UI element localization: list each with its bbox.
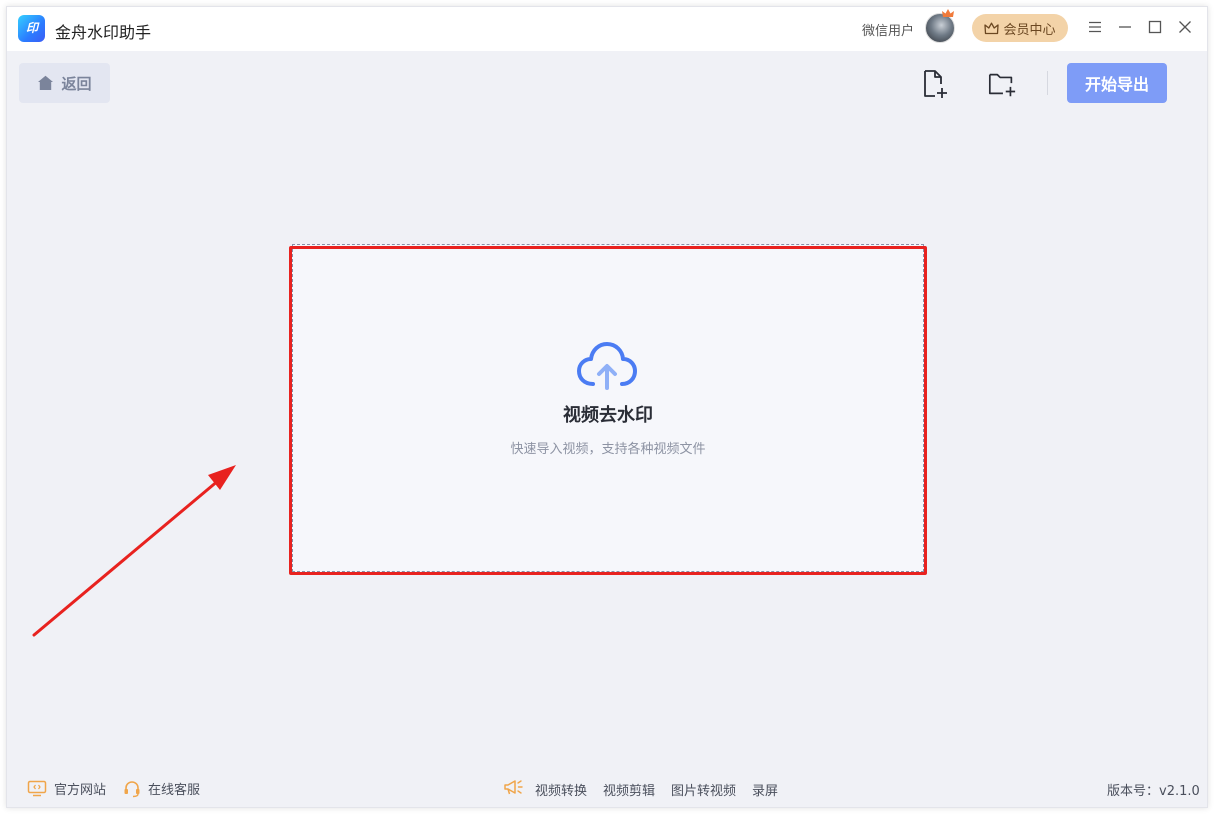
online-service-link[interactable]: 在线客服 — [123, 779, 200, 798]
toolbar-divider — [1047, 71, 1048, 95]
tool-link-video-edit[interactable]: 视频剪辑 — [603, 780, 655, 799]
tool-link-video-convert[interactable]: 视频转换 — [535, 780, 587, 799]
official-site-label: 官方网站 — [54, 783, 107, 798]
minimize-icon[interactable] — [1115, 17, 1135, 37]
official-site-link[interactable]: 官方网站 — [27, 779, 106, 798]
vip-center-button[interactable]: 会员中心 — [972, 14, 1068, 42]
app-logo-icon: 印 — [18, 15, 45, 42]
tool-link-screen-record[interactable]: 录屏 — [752, 780, 778, 799]
user-name[interactable]: 微信用户 — [862, 20, 914, 39]
title-bar: 印 金舟水印助手 微信用户 会员中心 — [7, 7, 1207, 51]
menu-icon[interactable] — [1085, 17, 1105, 37]
start-export-button[interactable]: 开始导出 — [1067, 63, 1167, 103]
monitor-icon — [27, 780, 47, 797]
online-service-label: 在线客服 — [148, 783, 201, 798]
file-add-icon[interactable] — [920, 69, 950, 99]
tool-link-image-to-video[interactable]: 图片转视频 — [671, 780, 736, 799]
app-window: 印 金舟水印助手 微信用户 会员中心 返回 开始导出 视频去水印 快速导入视频，… — [6, 6, 1208, 808]
megaphone-icon — [504, 780, 523, 795]
headset-icon — [124, 780, 140, 797]
drop-zone-subtitle: 快速导入视频，支持各种视频文件 — [510, 442, 706, 457]
vip-center-label: 会员中心 — [1003, 22, 1056, 38]
close-icon[interactable] — [1175, 17, 1195, 37]
home-icon — [38, 75, 54, 90]
crown-outline-icon — [984, 22, 1000, 34]
app-title: 金舟水印助手 — [55, 23, 152, 42]
crown-icon — [942, 9, 954, 17]
maximize-icon[interactable] — [1145, 17, 1165, 37]
drop-zone-title: 视频去水印 — [563, 405, 653, 426]
folder-add-icon[interactable] — [987, 69, 1017, 99]
back-button[interactable]: 返回 — [19, 63, 110, 103]
back-label: 返回 — [61, 74, 92, 93]
version-label: 版本号：v2.1.0 — [1107, 784, 1200, 799]
cloud-upload-icon — [577, 342, 637, 390]
